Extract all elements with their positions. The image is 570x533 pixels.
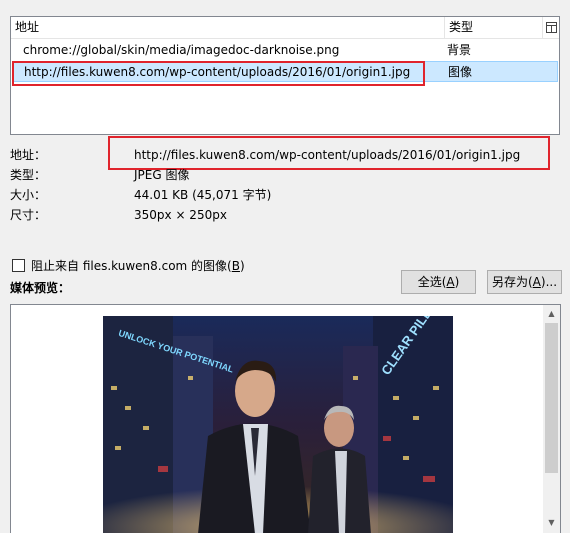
block-images-label[interactable]: 阻止来自 files.kuwen8.com 的图像(B) [31,258,245,274]
preview-scrollbar[interactable]: ▲ ▼ [543,305,560,533]
scroll-thumb[interactable] [545,323,558,473]
select-all-button[interactable]: 全选(A) [401,270,476,294]
row-type: 图像 [448,65,473,79]
select-all-accesskey: A [446,275,455,289]
row-type: 背景 [447,43,472,57]
type-label: 类型： [10,168,47,182]
dimensions-value: 350px × 250px [134,208,227,222]
size-value: 44.01 KB (45,071 字节) [134,188,272,202]
save-as-accesskey: A [532,275,541,289]
media-preview-label: 媒体预览： [10,281,71,295]
row-address: chrome://global/skin/media/imagedoc-dark… [23,43,340,57]
list-header: 地址 类型 [11,17,559,39]
select-all-suffix: ) [454,275,460,289]
column-picker-icon[interactable] [543,17,559,38]
block-images-label-text: 阻止来自 files.kuwen8.com 的图像( [31,259,232,273]
select-all-label: 全选( [417,275,447,289]
highlight-box-list-address [12,61,425,86]
media-preview: UNLOCK YOUR POTENTIAL CLEAR PILL ▲ ▼ [10,304,561,533]
column-header-type[interactable]: 类型 [445,17,543,38]
preview-image: UNLOCK YOUR POTENTIAL CLEAR PILL [103,316,453,533]
scroll-up-icon[interactable]: ▲ [543,305,560,322]
size-label: 大小： [10,188,47,202]
save-as-label: 另存为( [491,275,533,289]
address-label: 地址： [10,148,47,162]
block-images-label-suffix: ) [239,259,245,273]
scroll-down-icon[interactable]: ▼ [543,514,560,531]
type-value: JPEG 图像 [134,168,190,182]
block-images-checkbox[interactable] [12,259,25,272]
list-item[interactable]: chrome://global/skin/media/imagedoc-dark… [12,40,558,61]
save-as-button[interactable]: 另存为(A)... [487,270,562,294]
block-images-accesskey: B [231,259,240,273]
column-header-address[interactable]: 地址 [11,17,445,38]
address-value: http://files.kuwen8.com/wp-content/uploa… [134,148,521,162]
dimensions-label: 尺寸： [10,208,47,222]
save-as-suffix: )... [540,275,558,289]
